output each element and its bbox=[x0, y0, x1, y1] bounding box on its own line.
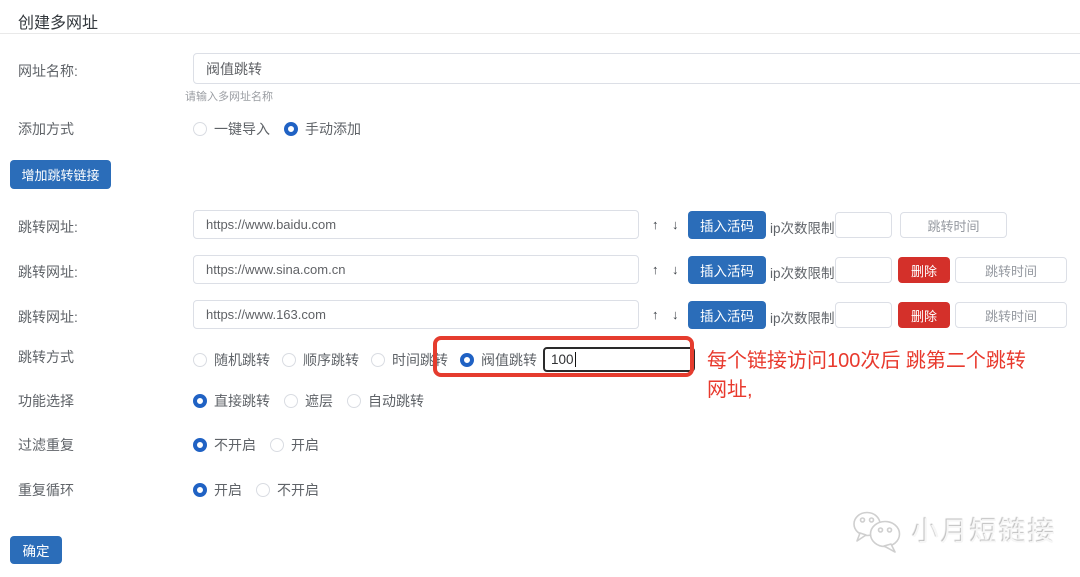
radio-import[interactable]: 一键导入 bbox=[193, 119, 270, 139]
name-field-helper: 请输入多网址名称 bbox=[185, 88, 273, 104]
radio-filter-on[interactable]: 开启 bbox=[270, 435, 319, 455]
confirm-button[interactable]: 确定 bbox=[10, 536, 62, 564]
url-row-3: 跳转网址: ↑ ↓ 插入活码 ip次数限制: 删除 跳转时间 bbox=[0, 300, 1080, 330]
url-input[interactable] bbox=[193, 210, 639, 239]
add-mode-radio-group: 一键导入 手动添加 bbox=[193, 119, 375, 139]
filter-repeat-radio-group: 不开启 开启 bbox=[193, 435, 333, 455]
jump-time-button[interactable]: 跳转时间 bbox=[955, 302, 1067, 328]
radio-circle-icon bbox=[371, 353, 385, 367]
add-mode-label: 添加方式 bbox=[18, 119, 74, 139]
ip-limit-input[interactable] bbox=[835, 302, 892, 328]
radio-direct-jump[interactable]: 直接跳转 bbox=[193, 391, 270, 411]
radio-threshold-jump[interactable]: 阀值跳转 bbox=[460, 350, 537, 370]
radio-circle-icon bbox=[193, 122, 207, 136]
radio-circle-icon bbox=[460, 353, 474, 367]
radio-direct-jump-label: 直接跳转 bbox=[214, 391, 270, 411]
insert-live-code-button[interactable]: 插入活码 bbox=[688, 211, 766, 239]
threshold-input[interactable]: 100 bbox=[543, 347, 695, 372]
jump-mode-radio-group: 随机跳转 顺序跳转 时间跳转 阀值跳转 100 bbox=[193, 347, 695, 372]
url-row-label: 跳转网址: bbox=[18, 307, 78, 327]
radio-circle-icon bbox=[284, 122, 298, 136]
radio-overlay[interactable]: 遮层 bbox=[284, 391, 333, 411]
move-down-icon[interactable]: ↓ bbox=[672, 216, 679, 233]
radio-loop-on[interactable]: 开启 bbox=[193, 480, 242, 500]
radio-circle-icon bbox=[193, 394, 207, 408]
radio-sequence-jump-label: 顺序跳转 bbox=[303, 350, 359, 370]
radio-filter-off-label: 不开启 bbox=[214, 435, 256, 455]
red-annotation-line1: 每个链接访问100次后 跳第二个跳转 bbox=[707, 347, 1080, 376]
radio-circle-icon bbox=[284, 394, 298, 408]
radio-random-jump-label: 随机跳转 bbox=[214, 350, 270, 370]
url-input[interactable] bbox=[193, 300, 639, 329]
radio-random-jump[interactable]: 随机跳转 bbox=[193, 350, 270, 370]
page-title: 创建多网址 bbox=[18, 9, 98, 33]
radio-circle-icon bbox=[193, 438, 207, 452]
jump-time-button[interactable]: 跳转时间 bbox=[900, 212, 1007, 238]
watermark-text: 小月短链接 bbox=[912, 510, 1057, 549]
radio-overlay-label: 遮层 bbox=[305, 391, 333, 411]
jump-time-button[interactable]: 跳转时间 bbox=[955, 257, 1067, 283]
radio-sequence-jump[interactable]: 顺序跳转 bbox=[282, 350, 359, 370]
repeat-loop-radio-group: 开启 不开启 bbox=[193, 480, 333, 500]
radio-filter-off[interactable]: 不开启 bbox=[193, 435, 256, 455]
name-field-label: 网址名称: bbox=[18, 61, 78, 81]
ip-limit-input[interactable] bbox=[835, 257, 892, 283]
wechat-bubbles-icon bbox=[850, 503, 906, 555]
radio-circle-icon bbox=[347, 394, 361, 408]
repeat-loop-label: 重复循环 bbox=[18, 480, 74, 500]
red-annotation: 每个链接访问100次后 跳第二个跳转 网址, bbox=[707, 347, 1080, 405]
insert-live-code-button[interactable]: 插入活码 bbox=[688, 301, 766, 329]
url-row-2: 跳转网址: ↑ ↓ 插入活码 ip次数限制: 删除 跳转时间 bbox=[0, 255, 1080, 285]
delete-button[interactable]: 删除 bbox=[898, 302, 950, 328]
delete-button[interactable]: 删除 bbox=[898, 257, 950, 283]
url-row-label: 跳转网址: bbox=[18, 217, 78, 237]
move-down-icon[interactable]: ↓ bbox=[672, 306, 679, 323]
radio-threshold-jump-label: 阀值跳转 bbox=[481, 350, 537, 370]
red-annotation-line2: 网址, bbox=[707, 376, 1080, 405]
move-up-icon[interactable]: ↑ bbox=[652, 216, 659, 233]
radio-circle-icon bbox=[270, 438, 284, 452]
radio-circle-icon bbox=[282, 353, 296, 367]
radio-manual-add[interactable]: 手动添加 bbox=[284, 119, 361, 139]
url-input[interactable] bbox=[193, 255, 639, 284]
ip-limit-label: ip次数限制: bbox=[770, 307, 838, 327]
function-select-radio-group: 直接跳转 遮层 自动跳转 bbox=[193, 391, 438, 411]
ip-limit-label: ip次数限制: bbox=[770, 217, 838, 237]
function-select-label: 功能选择 bbox=[18, 391, 74, 411]
radio-auto-jump[interactable]: 自动跳转 bbox=[347, 391, 424, 411]
radio-loop-off-label: 不开启 bbox=[277, 480, 319, 500]
move-up-icon[interactable]: ↑ bbox=[652, 306, 659, 323]
radio-auto-jump-label: 自动跳转 bbox=[368, 391, 424, 411]
move-up-icon[interactable]: ↑ bbox=[652, 261, 659, 278]
url-row-label: 跳转网址: bbox=[18, 262, 78, 282]
radio-filter-on-label: 开启 bbox=[291, 435, 319, 455]
url-row-1: 跳转网址: ↑ ↓ 插入活码 ip次数限制: 跳转时间 bbox=[0, 210, 1080, 240]
name-input[interactable] bbox=[193, 53, 1080, 84]
radio-import-label: 一键导入 bbox=[214, 119, 270, 139]
ip-limit-label: ip次数限制: bbox=[770, 262, 838, 282]
filter-repeat-label: 过滤重复 bbox=[18, 435, 74, 455]
jump-mode-label: 跳转方式 bbox=[18, 347, 74, 367]
ip-limit-input[interactable] bbox=[835, 212, 892, 238]
radio-time-jump-label: 时间跳转 bbox=[392, 350, 448, 370]
radio-manual-add-label: 手动添加 bbox=[305, 119, 361, 139]
radio-loop-on-label: 开启 bbox=[214, 480, 242, 500]
move-down-icon[interactable]: ↓ bbox=[672, 261, 679, 278]
header-divider bbox=[0, 33, 1080, 34]
radio-loop-off[interactable]: 不开启 bbox=[256, 480, 319, 500]
radio-circle-icon bbox=[193, 483, 207, 497]
watermark: 小月短链接 bbox=[850, 503, 1057, 555]
insert-live-code-button[interactable]: 插入活码 bbox=[688, 256, 766, 284]
threshold-value: 100 bbox=[551, 352, 574, 367]
radio-circle-icon bbox=[193, 353, 207, 367]
text-caret bbox=[575, 352, 576, 367]
radio-circle-icon bbox=[256, 483, 270, 497]
radio-time-jump[interactable]: 时间跳转 bbox=[371, 350, 448, 370]
add-jump-link-button[interactable]: 增加跳转链接 bbox=[10, 160, 111, 189]
